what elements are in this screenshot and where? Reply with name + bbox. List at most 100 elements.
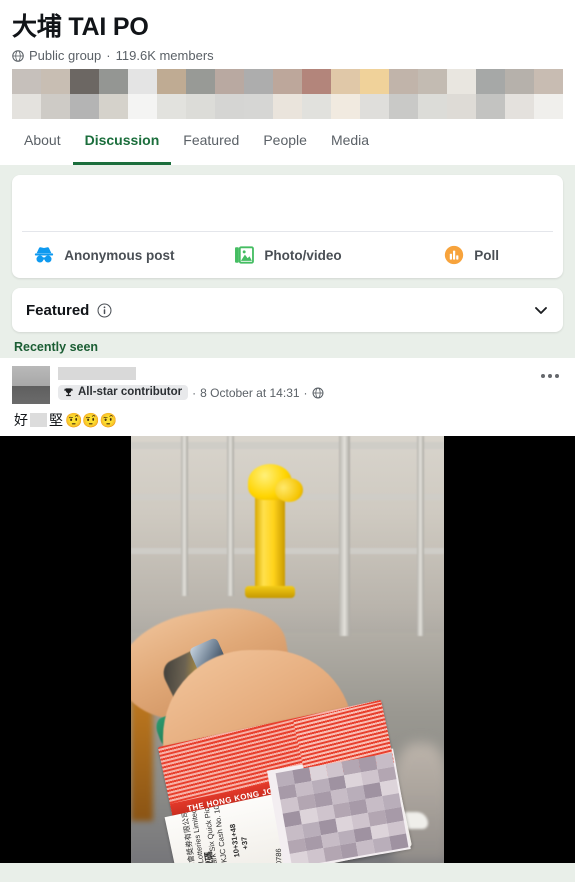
- group-meta: Public group · 119.6K members: [12, 48, 563, 69]
- meta-separator: ·: [192, 385, 197, 400]
- cover-mosaic-tile: [12, 94, 41, 119]
- cover-photo-wrap: [0, 69, 575, 119]
- tab-media[interactable]: Media: [319, 132, 381, 165]
- tabs-spacer: [0, 165, 575, 175]
- cover-mosaic-tile: [215, 94, 244, 119]
- cover-mosaic-tile: [389, 69, 418, 94]
- dot: [548, 374, 552, 378]
- cover-mosaic-tile: [302, 69, 331, 94]
- cover-mosaic-tile: [186, 69, 215, 94]
- composer-action-anonymous-post[interactable]: Anonymous post: [12, 232, 196, 278]
- slip-text-line: +37: [239, 836, 251, 851]
- fence-post: [227, 436, 234, 596]
- post-photo[interactable]: THE HONG KONG JOCKEY CLUB THE HONG KONG …: [0, 436, 575, 863]
- cover-mosaic-tile: [360, 94, 389, 119]
- group-header: 大埔 TAI PO Public group · 119.6K members: [0, 0, 575, 69]
- incognito-icon: [35, 247, 54, 263]
- cover-mosaic-tile: [12, 69, 41, 94]
- redaction-tile: [389, 833, 409, 851]
- status-badge-label: All-star contributor: [78, 386, 183, 398]
- hydrant-nozzle: [275, 478, 303, 502]
- cover-photo-redacted: [12, 69, 563, 119]
- cover-mosaic-tile: [534, 94, 563, 119]
- cover-mosaic-tile: [331, 94, 360, 119]
- cover-mosaic-tile: [128, 69, 157, 94]
- cover-mosaic-tile: [157, 69, 186, 94]
- cover-mosaic-tile: [273, 94, 302, 119]
- cover-mosaic-tile: [447, 94, 476, 119]
- post-author-name-redacted[interactable]: [58, 367, 136, 380]
- composer-action-photo-video[interactable]: Photo/video: [196, 232, 380, 278]
- cover-mosaic-tile: [505, 69, 534, 94]
- facebook-group-page: 大埔 TAI PO Public group · 119.6K members …: [0, 0, 575, 882]
- tab-people[interactable]: People: [251, 132, 319, 165]
- hydrant-body: [255, 492, 285, 596]
- fire-hydrant: [239, 458, 305, 598]
- recently-seen-label: Recently seen: [14, 340, 99, 354]
- cover-mosaic-tile: [505, 94, 534, 119]
- cover-mosaic-tile: [331, 69, 360, 94]
- photo-content: THE HONG KONG JOCKEY CLUB THE HONG KONG …: [131, 436, 444, 863]
- post-text-part2: 堅: [49, 412, 63, 428]
- info-icon[interactable]: [97, 303, 112, 318]
- cover-mosaic-tile: [70, 69, 99, 94]
- cover-mosaic-tile: [99, 94, 128, 119]
- cover-mosaic-tile: [360, 69, 389, 94]
- featured-title: Featured: [26, 301, 90, 319]
- cover-mosaic-tile: [476, 94, 505, 119]
- cover-mosaic-tile: [302, 94, 331, 119]
- fence-post: [339, 436, 350, 636]
- globe-icon: [12, 49, 24, 62]
- cover-mosaic-tile: [447, 69, 476, 94]
- cover-mosaic-tile: [389, 94, 418, 119]
- group-tabs-bar: About Discussion Featured People Media: [0, 119, 575, 165]
- composer-input-area[interactable]: [12, 175, 563, 231]
- cover-mosaic-tile: [244, 69, 273, 94]
- cover-mosaic-tile: [128, 94, 157, 119]
- fence-rail: [131, 442, 444, 449]
- photo-redacted-region: [275, 752, 409, 863]
- post-text: 好 堅 🤨🤨🤨: [0, 404, 575, 436]
- cover-mosaic-tile: [418, 69, 447, 94]
- post-timestamp[interactable]: 8 October at 14:31: [200, 386, 299, 400]
- cover-mosaic-tile: [186, 94, 215, 119]
- composer-action-label: Photo/video: [264, 247, 342, 263]
- photo-video-icon: [235, 246, 255, 264]
- composer-action-label: Anonymous post: [64, 247, 175, 263]
- cover-mosaic-tile: [70, 94, 99, 119]
- globe-icon[interactable]: [312, 387, 324, 399]
- dot: [555, 374, 559, 378]
- cover-mosaic-tile: [244, 94, 273, 119]
- cover-mosaic-tile: [476, 69, 505, 94]
- more-options-icon[interactable]: [537, 370, 563, 382]
- group-privacy: Public group: [29, 48, 102, 63]
- post-header: All-star contributor · 8 October at 14:3…: [0, 358, 575, 404]
- cover-mosaic-tile: [157, 94, 186, 119]
- tab-featured[interactable]: Featured: [171, 132, 251, 165]
- post-composer-card[interactable]: Anonymous post Photo/video Poll: [12, 175, 563, 278]
- post: All-star contributor · 8 October at 14:3…: [0, 358, 575, 863]
- featured-card[interactable]: Featured: [12, 288, 563, 332]
- featured-bar[interactable]: Featured: [12, 288, 563, 332]
- tab-about[interactable]: About: [12, 132, 73, 165]
- composer-action-poll[interactable]: Poll: [379, 232, 563, 278]
- post-emojis: 🤨🤨🤨: [65, 412, 118, 428]
- composer-action-label: Poll: [474, 247, 500, 263]
- cover-mosaic-tile: [418, 94, 447, 119]
- post-identity: All-star contributor · 8 October at 14:3…: [58, 366, 563, 404]
- meta-separator-2: ·: [303, 385, 308, 400]
- fence-post: [181, 436, 188, 596]
- tab-discussion[interactable]: Discussion: [72, 132, 172, 165]
- post-submeta: All-star contributor · 8 October at 14:3…: [58, 385, 563, 400]
- cover-mosaic-tile: [215, 69, 244, 94]
- cover-mosaic-tile: [41, 69, 70, 94]
- meta-separator: ·: [106, 48, 111, 63]
- poll-icon: [445, 245, 464, 265]
- fence-post: [417, 436, 424, 636]
- status-badge[interactable]: All-star contributor: [58, 385, 189, 400]
- cover-mosaic-tile: [41, 94, 70, 119]
- trophy-icon: [64, 387, 73, 396]
- avatar[interactable]: [12, 366, 50, 404]
- chevron-down-icon[interactable]: [533, 302, 549, 318]
